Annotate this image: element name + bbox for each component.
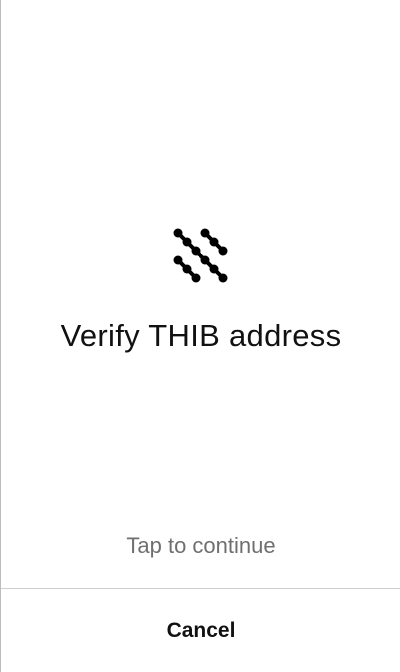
thib-dots-logo-icon [173,228,228,283]
tap-to-continue-hint[interactable]: Tap to continue [1,533,400,559]
cancel-button[interactable]: Cancel [1,589,400,672]
verify-address-screen[interactable]: Verify THIB address Tap to continue Canc… [0,0,400,672]
page-title: Verify THIB address [60,318,342,353]
